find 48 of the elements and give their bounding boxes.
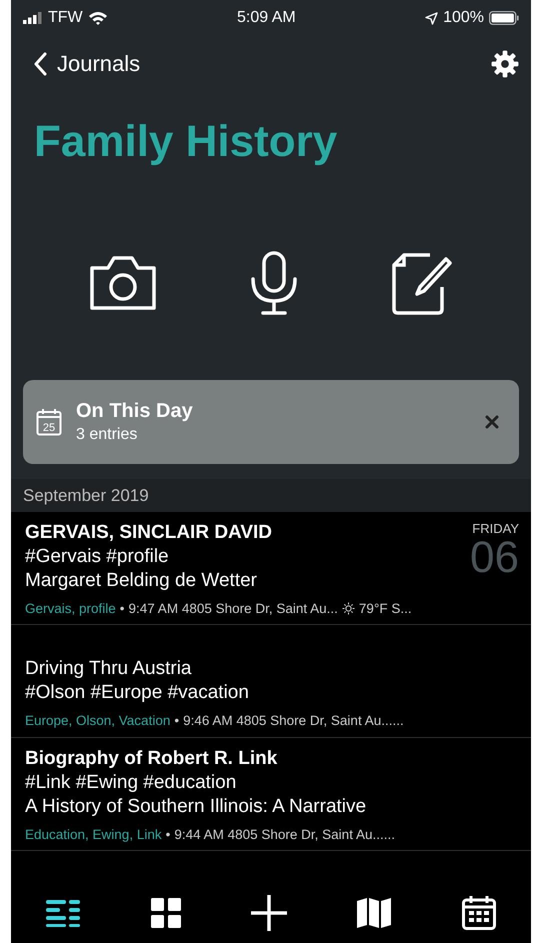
chevron-left-icon [33,52,47,76]
entry-title: Biography of Robert R. Link [25,747,278,771]
signal-icon [23,12,43,24]
entry-tags: Education, Ewing, Link [25,827,162,842]
edit-note-icon[interactable] [390,251,454,315]
separator-dot: • [174,713,180,728]
entry-title: Driving Thru Austria [25,657,192,681]
journal-entry[interactable]: Driving Thru Austria #Olson #Europe #vacation Europe, Olson, Vacation • 9:46 AM 4805 Shore Dr, Saint Au...... [11,625,531,738]
entry-text: #Olson #Europe #vacation [25,681,250,705]
weekday-label: FRIDAY [472,521,519,536]
entry-tags: Europe, Olson, Vacation [25,713,170,728]
clock-time: 5:09 AM [237,9,296,27]
on-this-day-card[interactable]: 25 On This Day 3 entries [23,380,519,464]
entry-meta: 9:46 AM 4805 Shore Dr, Saint Au...... [183,713,404,728]
separator-dot: • [166,827,170,842]
battery-percent: 100% [443,9,484,27]
entry-text: A History of Southern Illinois: A Narrative [25,795,368,819]
sun-icon [342,602,355,615]
entry-count: 3 entries [76,426,138,444]
location-arrow-icon [425,12,438,24]
journal-entry[interactable]: Biography of Robert R. Link #Link #Ewing #education A History of Southern Illinois: A Narrative Education, Ewing, Link • 9:44 AM 4805 Shore Dr, Saint Au...... [11,738,531,851]
entry-tags: Gervais, profile [25,601,116,616]
calendar-tab[interactable] [462,896,496,930]
list-tab[interactable] [46,899,80,927]
journal-entry[interactable]: GERVAIS, SINCLAIR DAVID #Gervais #profile Margaret Belding de Wetter Gervais, profile • 9:47 AM 4805 Shore Dr, Saint Au... 79°F S... FRIDAY 06 [11,512,531,625]
entry-text: Margaret Belding de Wetter [25,569,258,593]
map-tab[interactable] [357,898,392,928]
day-number: 06 [470,536,519,580]
on-this-day-title: On This Day [76,400,194,423]
journal-title: Family History [34,116,338,168]
carrier-name: TFW [48,9,83,27]
entry-text: #Link #Ewing #education [25,771,238,795]
month-header: September 2019 [11,479,531,512]
camera-icon[interactable] [88,254,158,312]
weather-text: 79°F S... [358,601,412,616]
settings-icon[interactable] [491,50,519,78]
entry-meta: 9:44 AM 4805 Shore Dr, Saint Au...... [174,827,395,842]
add-tab[interactable] [250,895,287,931]
wifi-icon [88,11,108,25]
close-icon[interactable] [485,415,499,429]
calendar-icon: 25 [36,408,62,436]
grid-tab[interactable] [150,898,181,928]
separator-dot: • [120,601,125,616]
battery-icon [489,11,519,25]
back-button[interactable]: Journals [33,51,140,77]
entry-meta: 9:47 AM 4805 Shore Dr, Saint Au... [128,601,338,616]
entry-text: #Gervais #profile [25,545,170,569]
entry-title: GERVAIS, SINCLAIR DAVID [25,521,274,545]
